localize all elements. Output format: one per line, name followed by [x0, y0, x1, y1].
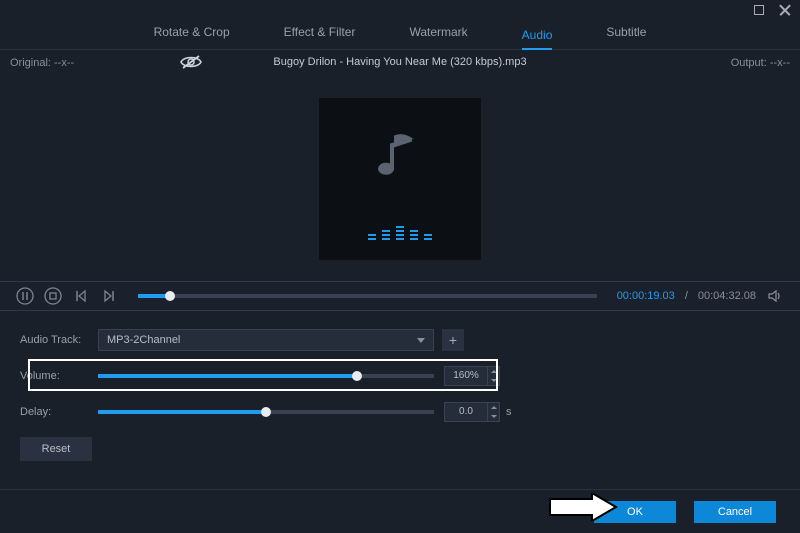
cancel-button[interactable]: Cancel [694, 501, 776, 523]
caret-up-icon [491, 370, 497, 373]
audio-track-label: Audio Track: [20, 334, 98, 346]
audio-controls: Audio Track: MP3-2Channel + Volume: 160%… [0, 311, 800, 461]
duration: 00:04:32.08 [698, 290, 756, 302]
player-bar: 00:00:19.03 / 00:04:32.08 [0, 281, 800, 311]
original-size-label: Original: --x-- [10, 57, 74, 69]
tab-watermark[interactable]: Watermark [409, 25, 467, 43]
filename-label: Bugoy Drilon - Having You Near Me (320 k… [273, 56, 526, 68]
caret-down-icon [491, 379, 497, 382]
delay-stepper[interactable] [488, 402, 500, 422]
chevron-down-icon [417, 338, 425, 343]
play-button[interactable] [16, 287, 34, 305]
tab-rotate-crop[interactable]: Rotate & Crop [154, 25, 230, 43]
duration-sep: / [685, 290, 688, 302]
caret-up-icon [491, 406, 497, 409]
tab-audio[interactable]: Audio [522, 28, 553, 50]
ok-button[interactable]: OK [594, 501, 676, 523]
volume-value[interactable]: 160% [444, 366, 488, 386]
delay-value[interactable]: 0.0 [444, 402, 488, 422]
caret-down-icon [491, 415, 497, 418]
equalizer-icon [368, 226, 432, 240]
preview-thumbnail [319, 98, 481, 260]
audio-track-select[interactable]: MP3-2Channel [98, 329, 434, 351]
maximize-button[interactable] [752, 3, 766, 17]
volume-row: Volume: 160% [20, 365, 780, 387]
tabs-bar: Rotate & Crop Effect & Filter Watermark … [0, 20, 800, 50]
volume-slider[interactable] [98, 374, 434, 378]
audio-track-row: Audio Track: MP3-2Channel + [20, 329, 780, 351]
current-time: 00:00:19.03 [617, 290, 675, 302]
close-button[interactable] [778, 3, 792, 17]
add-track-button[interactable]: + [442, 329, 464, 351]
music-note-icon [378, 130, 422, 189]
preview-visibility-icon[interactable] [180, 54, 202, 73]
reset-button[interactable]: Reset [20, 437, 92, 461]
preview-area [0, 76, 800, 281]
tab-subtitle[interactable]: Subtitle [606, 25, 646, 43]
volume-label: Volume: [20, 370, 98, 382]
volume-icon[interactable] [766, 287, 784, 305]
delay-row: Delay: 0.0 s [20, 401, 780, 423]
next-button[interactable] [100, 287, 118, 305]
stop-button[interactable] [44, 287, 62, 305]
delay-slider[interactable] [98, 410, 434, 414]
tab-effect-filter[interactable]: Effect & Filter [284, 25, 356, 43]
delay-unit: s [506, 406, 512, 418]
output-size-label: Output: --x-- [731, 57, 790, 69]
delay-label: Delay: [20, 406, 98, 418]
volume-stepper[interactable] [488, 366, 500, 386]
audio-track-value: MP3-2Channel [107, 334, 180, 346]
prev-button[interactable] [72, 287, 90, 305]
info-bar: Original: --x-- Bugoy Drilon - Having Yo… [0, 52, 800, 76]
bottom-bar: OK Cancel [0, 489, 800, 533]
playback-progress[interactable] [138, 294, 597, 298]
